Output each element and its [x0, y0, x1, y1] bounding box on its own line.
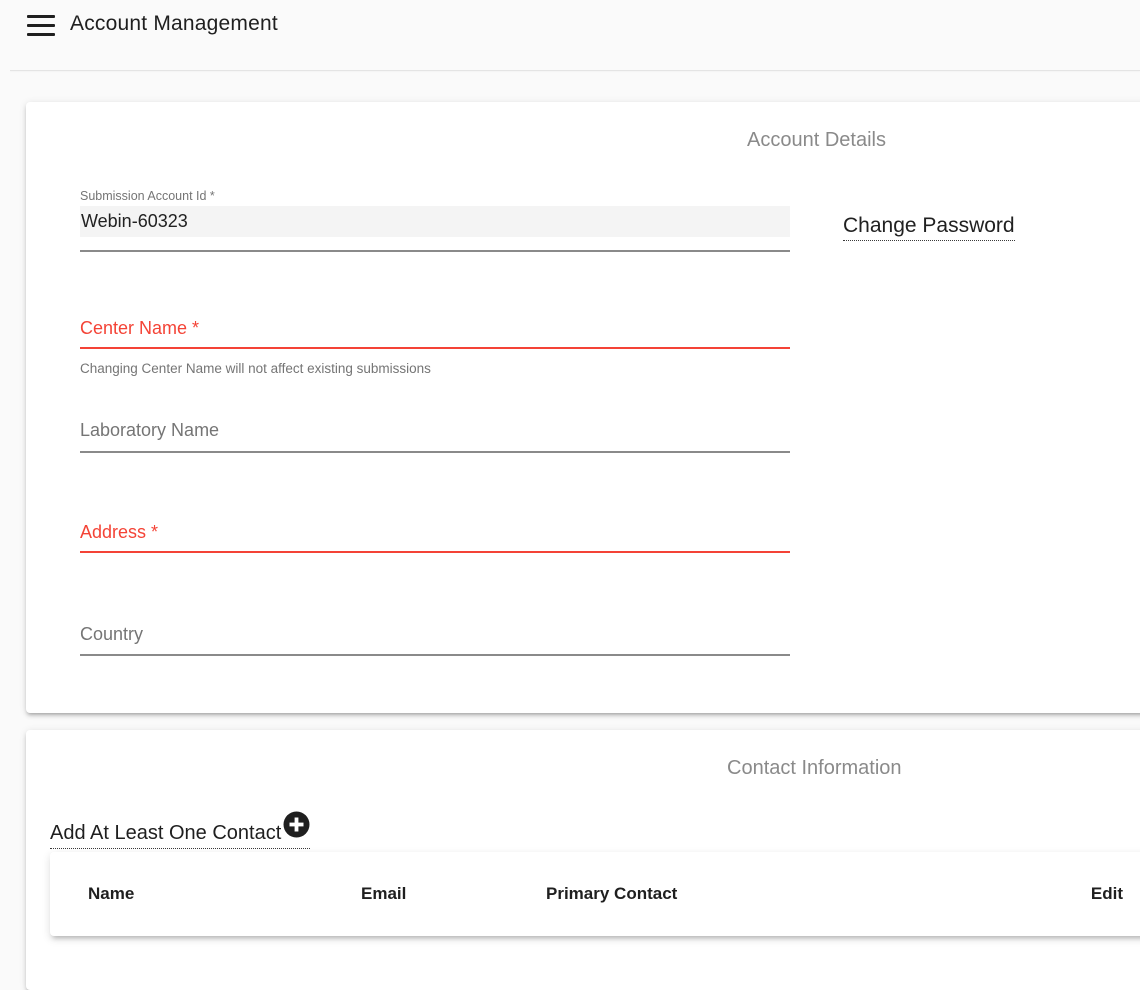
submission-account-id-label: Submission Account Id * — [80, 189, 790, 203]
laboratory-name-underline — [80, 451, 790, 453]
hamburger-menu-icon[interactable] — [27, 15, 55, 37]
submission-account-id-field: Webin-60323 — [80, 206, 790, 237]
add-contact-label: Add At Least One Contact — [50, 820, 281, 846]
top-app-bar: Account Management — [0, 0, 1140, 52]
column-header-email: Email — [361, 852, 406, 936]
center-name-helper-text: Changing Center Name will not affect exi… — [80, 361, 790, 376]
submission-account-id-underline — [80, 250, 790, 252]
column-header-primary-contact: Primary Contact — [546, 852, 677, 936]
address-underline — [80, 551, 790, 553]
column-header-name: Name — [88, 852, 134, 936]
country-label: Country — [80, 624, 790, 645]
address-label: Address * — [80, 522, 790, 543]
column-header-edit: Edit — [1091, 852, 1123, 936]
toolbar-divider — [10, 70, 1140, 71]
contacts-table-header-row: Name Email Primary Contact Edit — [50, 852, 1140, 936]
add-contact-button[interactable]: Add At Least One Contact — [50, 811, 310, 849]
center-name-underline — [80, 347, 790, 349]
change-password-link[interactable]: Change Password — [843, 214, 1015, 241]
plus-circle-icon — [283, 811, 310, 838]
country-underline — [80, 654, 790, 656]
laboratory-name-label: Laboratory Name — [80, 420, 790, 441]
account-details-title: Account Details — [747, 129, 886, 152]
page-title: Account Management — [70, 12, 278, 36]
center-name-label: Center Name * — [80, 318, 790, 339]
contact-information-title: Contact Information — [727, 757, 902, 780]
